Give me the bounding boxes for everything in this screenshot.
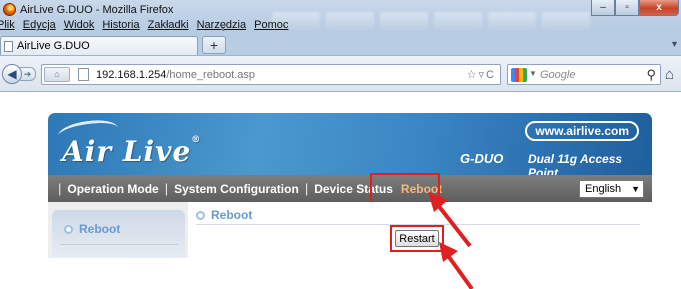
arrowhead-icon xyxy=(428,192,448,212)
arrow-to-restart-button xyxy=(439,242,474,289)
arrow-to-reboot-tab xyxy=(428,192,472,248)
annotation-arrows xyxy=(428,192,474,289)
